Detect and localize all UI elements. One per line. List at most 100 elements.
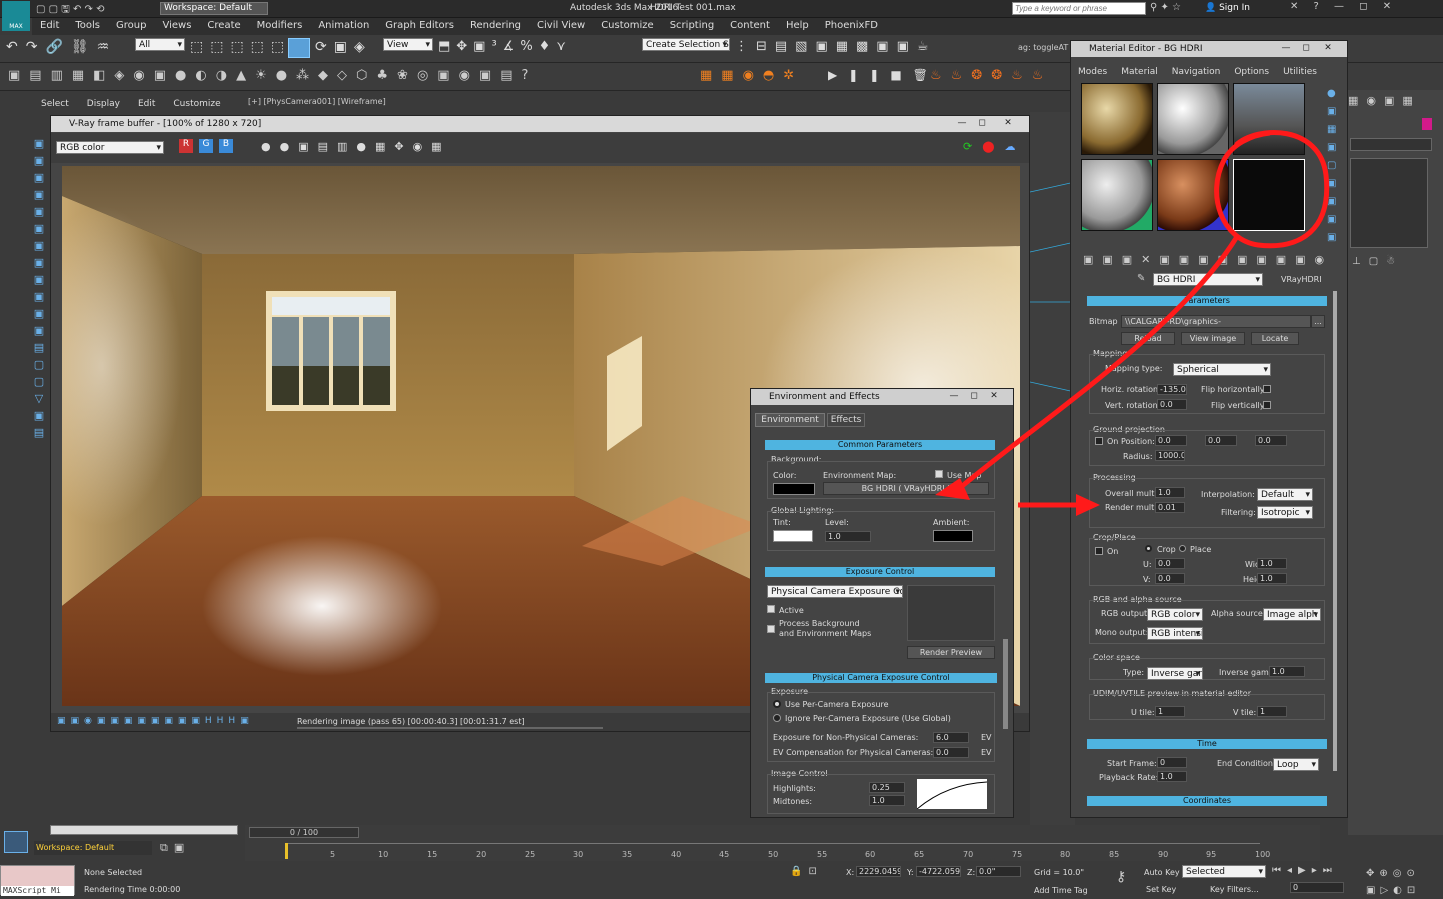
reference-coord-dropdown[interactable]: View [383,38,433,51]
channel-rgb-buttons[interactable]: RGB [179,139,233,153]
ground-projection-checkbox[interactable] [1095,437,1103,445]
mat-scrollbar[interactable] [1333,291,1337,771]
menu-item[interactable]: Customize [593,18,662,33]
z-coordinate[interactable]: 0.0" [976,866,1021,877]
ribbon-tab[interactable]: Edit [129,97,164,111]
width-spinner[interactable]: 1.0 [1257,558,1287,569]
place-radio[interactable] [1179,545,1186,552]
key-mode-dropdown[interactable]: Selected [1182,865,1266,878]
render-preview-button[interactable]: Render Preview [907,646,995,659]
viewport-nav-icons[interactable]: ✥⊕◎⊙ ▣▷◐⊡ [1366,865,1420,899]
timeline-ruler[interactable]: 5 10 15 20 25 30 35 40 45 50 55 60 65 70 75 80 85 90 95 100 [285,843,1270,859]
mat-title-bar[interactable]: Material Editor - BG HDRI — ◻ ✕ [1071,41,1347,57]
overall-mult-spinner[interactable]: 1.0 [1155,487,1185,498]
bitmap-browse-button[interactable]: ... [1311,315,1325,328]
y-coordinate[interactable]: -4722.0596 [916,866,961,877]
lock-icons[interactable]: 🔒⊡ [790,866,823,877]
mono-output-dropdown[interactable]: RGB intensi [1147,627,1203,640]
view-image-button[interactable]: View image [1181,332,1245,345]
rgb-output-dropdown[interactable]: RGB color [1147,608,1203,621]
material-slot-5[interactable] [1157,159,1229,231]
secondary-toolbar-icons[interactable]: ▣▤▥▦◧◈◉▣●◐◑▲☀●⁂◆◇⬡♣❀◎▣◉▣▤? [8,68,537,83]
menu-item[interactable]: Content [722,18,778,33]
env-tab-environment[interactable]: Environment [755,413,825,427]
help-icons[interactable]: ⚲ ✦ ☆ [1150,2,1181,13]
mat-menu-item[interactable]: Options [1227,65,1276,79]
key-icon[interactable]: ⚷ [1116,869,1126,885]
channel-dropdown[interactable]: RGB color [56,141,164,154]
search-input[interactable] [1012,2,1146,15]
key-filters-button[interactable]: Key Filters... [1210,885,1259,894]
layer-icons[interactable]: ⧉▣ [160,841,190,855]
ambient-color-swatch[interactable] [933,530,973,542]
ribbon-tab[interactable]: Customize [164,97,229,111]
menu-item[interactable]: Edit [32,18,67,33]
mapping-type-dropdown[interactable]: Spherical [1173,363,1271,376]
horiz-rotation-spinner[interactable]: -135.0 [1157,384,1187,395]
sign-in-link[interactable]: 👤 Sign In [1205,3,1250,13]
eyedropper-icon[interactable]: ✎ [1137,273,1145,284]
menu-item[interactable]: Animation [310,18,377,33]
workspace-dropdown[interactable]: Workspace: Default [160,2,268,15]
transform-icons[interactable]: ⟳▣◈ [315,39,372,55]
coordinates-rollout[interactable]: Coordinates [1087,796,1327,806]
scene-explorer-icon[interactable] [4,831,28,853]
x-coordinate[interactable]: 2229.0459 [856,866,901,877]
set-key-button[interactable]: Set Key [1146,885,1176,894]
toolbar-icons-left[interactable]: ↶↷🔗⛓♒ [6,39,117,55]
vfb-status-icons[interactable]: ▣▣◉▣▣▣▣▣▣▣▣HHH▣ [57,716,254,726]
time-rollout[interactable]: Time [1087,739,1327,749]
ribbon-tab[interactable]: Select [32,97,78,111]
menu-item[interactable]: Create [199,18,248,33]
quick-access-icons[interactable]: ▢ ▢ 🖫 ↶ ↷ ⟲ [36,2,156,16]
material-slot-3[interactable] [1233,83,1305,155]
workspace-label[interactable]: Workspace: Default [34,841,152,855]
physical-camera-exposure-rollout[interactable]: Physical Camera Exposure Control [765,673,997,683]
color-space-type-dropdown[interactable]: Inverse gar [1147,667,1203,680]
mat-close-button[interactable]: ✕ [1319,42,1337,55]
scene-scrollbar[interactable] [50,825,238,835]
parameters-rollout[interactable]: Parameters [1087,296,1327,306]
add-time-tag[interactable]: Add Time Tag [1034,886,1088,895]
inverse-gamma-spinner[interactable]: 1.0 [1269,666,1305,677]
ribbon-tab[interactable]: Display [78,97,129,111]
map-name-dropdown[interactable]: BG HDRI [1153,273,1263,286]
playback-icons[interactable]: ▶❚❚■🗑 [828,68,939,82]
u-tile-spinner[interactable]: 1 [1155,706,1185,717]
v-tile-spinner[interactable]: 1 [1257,706,1287,717]
crop-on-checkbox[interactable] [1095,547,1103,555]
ev-compensation-spinner[interactable]: 0.0 [933,747,969,758]
named-selection-dropdown[interactable]: Create Selection Se [642,38,730,51]
position-y-spinner[interactable]: 0.0 [1205,435,1237,446]
menu-item[interactable]: PhoenixFD [817,18,886,33]
menu-item[interactable]: Help [778,18,817,33]
env-tab-effects[interactable]: Effects [827,413,865,427]
env-maximize-button[interactable]: ◻ [965,390,983,403]
background-color-swatch[interactable] [773,483,815,495]
interpolation-dropdown[interactable]: Default [1257,488,1313,501]
vfb-tool-icons[interactable]: ●●▣▤▥●▦✥◉▦ [261,140,451,153]
render-setup-icons[interactable]: ▦▦◉◓✲ [700,68,803,83]
modifier-list-dropdown[interactable] [1350,138,1432,151]
playback-controls[interactable]: ⏮◂▶▸⏭ [1272,865,1338,876]
mat-menu-item[interactable]: Material [1114,65,1165,79]
current-frame-spinner[interactable]: 0 [1290,882,1344,893]
render-toolbar-icons[interactable]: ⋮⊟▤▧▣▦▩▣▣☕ [735,39,937,54]
locate-button[interactable]: Locate [1251,332,1299,345]
filtering-dropdown[interactable]: Isotropic [1257,506,1313,519]
menu-item[interactable]: Modifiers [249,18,311,33]
process-background-checkbox[interactable] [767,625,775,633]
playback-rate-spinner[interactable]: 1.0 [1157,771,1187,782]
vfb-right-icons[interactable]: ⟳⬤☁ [963,140,1026,153]
close-button[interactable]: ✕ [999,117,1017,130]
radius-spinner[interactable]: 1000.0 [1155,450,1185,461]
maxscript-listener[interactable]: MAXScript Mi [0,865,75,896]
active-checkbox[interactable] [767,605,775,613]
flip-horizontally-checkbox[interactable] [1263,385,1271,393]
level-spinner[interactable]: 1.0 [825,531,871,542]
auto-key-button[interactable]: Auto Key [1144,868,1180,877]
mat-toolbar-icons[interactable]: ▣▣▣✕▣▣▣▣▣▣▣▣◉ [1083,253,1333,266]
select-tool-icons[interactable]: ⬚⬚⬚⬚⬚ [190,39,291,55]
mat-minimize-button[interactable]: — [1277,42,1295,55]
environment-map-button[interactable]: BG HDRI ( VRayHDRI ) [823,482,989,495]
